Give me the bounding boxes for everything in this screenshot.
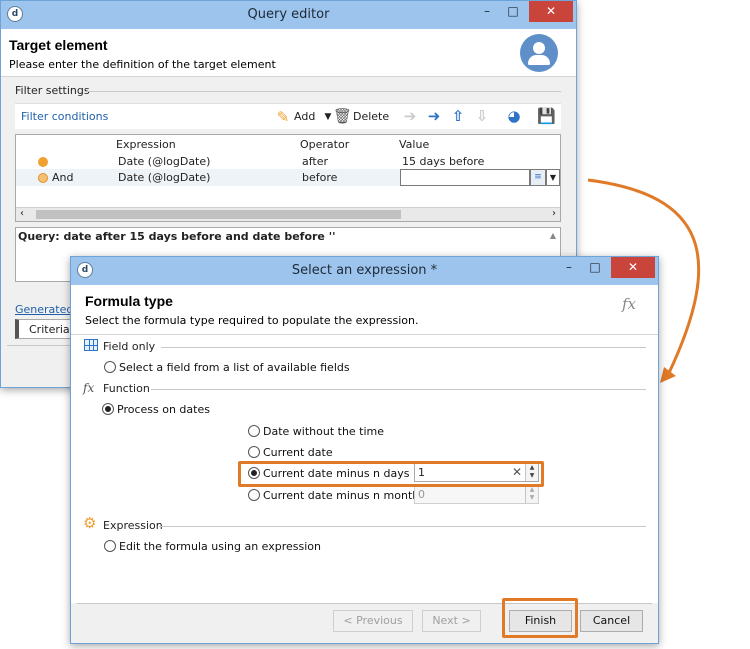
edit-formula-option[interactable]: Edit the formula using an expression <box>119 540 321 553</box>
add-button[interactable]: Add <box>294 110 315 123</box>
months-value: 0 <box>418 488 425 501</box>
divider <box>161 347 646 348</box>
user-avatar-icon <box>520 34 558 72</box>
finish-button-highlight <box>502 598 578 638</box>
arrow-down-icon[interactable]: ⇩ <box>473 108 491 124</box>
minimize-icon[interactable]: – <box>474 1 500 22</box>
table-row[interactable]: Date (@logDate) after 15 days before <box>16 153 560 170</box>
minus-n-months-option[interactable]: Current date minus n months <box>263 489 425 502</box>
chevron-right-icon[interactable]: › <box>552 208 556 219</box>
arrow-up-icon[interactable]: ⇧ <box>449 108 467 124</box>
filter-conditions-link[interactable]: Filter conditions <box>21 110 108 123</box>
select-expression-window: d Select an expression * – □ ✕ Formula t… <box>70 256 659 644</box>
cancel-button[interactable]: Cancel <box>580 610 643 632</box>
divider <box>151 389 646 390</box>
field-only-option[interactable]: Select a field from a list of available … <box>119 361 350 374</box>
row-value: 15 days before <box>402 155 485 168</box>
add-icon[interactable]: ✎ <box>274 109 292 125</box>
chart-icon[interactable]: ◕ <box>505 108 523 124</box>
column-header-value: Value <box>399 138 430 151</box>
arrow-left-icon[interactable]: ➔ <box>401 108 419 124</box>
header-subtitle: Select the formula type required to popu… <box>85 314 419 327</box>
row-operator: after <box>302 155 329 168</box>
expression-label: Expression <box>103 519 163 532</box>
field-only-label: Field only <box>103 340 156 353</box>
horizontal-scrollbar[interactable]: ‹ › <box>16 207 560 221</box>
maximize-icon[interactable]: □ <box>500 1 526 22</box>
filter-settings-label: Filter settings <box>15 84 90 97</box>
gear-icon: ⚙ <box>83 514 97 532</box>
filter-grid: Expression Operator Value Date (@logDate… <box>15 134 561 222</box>
minimize-icon[interactable]: – <box>556 257 582 278</box>
arrow-right-icon[interactable]: ➜ <box>425 108 443 124</box>
generated-link[interactable]: Generated <box>15 303 73 316</box>
field-only-radio[interactable] <box>104 361 116 373</box>
date-without-time-option[interactable]: Date without the time <box>263 425 384 438</box>
condition-icon <box>38 157 48 167</box>
save-icon[interactable]: 💾 <box>537 108 556 124</box>
select-expression-titlebar[interactable]: d Select an expression * – □ ✕ <box>71 257 658 285</box>
edit-formula-radio[interactable] <box>104 540 116 552</box>
current-date-option[interactable]: Current date <box>263 446 333 459</box>
header-title: Formula type <box>85 293 173 309</box>
chevron-left-icon[interactable]: ‹ <box>20 208 24 219</box>
minus-n-months-radio[interactable] <box>248 489 260 501</box>
previous-button[interactable]: < Previous <box>333 610 413 632</box>
column-header-expression: Expression <box>116 138 176 151</box>
chevron-down-icon[interactable]: ▼ <box>546 169 560 186</box>
tab-criteria[interactable]: Criteria <box>15 319 75 339</box>
row-expression: Date (@logDate) <box>118 155 211 168</box>
days-option-highlight <box>238 461 544 487</box>
chevron-up-icon[interactable]: ▲ <box>550 231 556 240</box>
header-panel: Target element Please enter the definiti… <box>1 29 576 77</box>
close-icon[interactable]: ✕ <box>529 1 573 22</box>
table-row[interactable]: And Date (@logDate) before ≡ ▼ <box>16 169 560 186</box>
function-label: Function <box>103 382 150 395</box>
delete-button[interactable]: Delete <box>353 110 389 123</box>
maximize-icon[interactable]: □ <box>582 257 608 278</box>
grid-icon <box>84 339 98 351</box>
header-panel: Formula type Select the formula type req… <box>71 285 658 335</box>
spinner-arrows-icon[interactable]: ▲ ▼ <box>525 486 538 503</box>
date-without-time-radio[interactable] <box>248 425 260 437</box>
row-logic: And <box>52 171 74 184</box>
filter-toolbar: Filter conditions ✎ Add ▼ 🗑 Delete ➔ ➜ ⇧… <box>15 103 561 129</box>
tab-criteria-label: Criteria <box>29 323 70 336</box>
current-date-radio[interactable] <box>248 446 260 458</box>
row-expression: Date (@logDate) <box>118 171 211 184</box>
query-text: Query: date after 15 days before and dat… <box>18 230 336 243</box>
close-icon[interactable]: ✕ <box>611 257 655 278</box>
header-title: Target element <box>9 37 108 53</box>
fx-icon: fx <box>621 295 636 313</box>
trash-icon[interactable]: 🗑 <box>333 108 352 124</box>
edit-expression-button[interactable]: ≡ <box>530 169 546 186</box>
fx-icon: fx <box>83 381 95 395</box>
column-header-operator: Operator <box>300 138 350 151</box>
process-on-dates-radio[interactable] <box>102 403 114 415</box>
months-stepper[interactable]: 0 ▲ ▼ <box>414 485 539 504</box>
value-input[interactable] <box>400 169 530 186</box>
header-subtitle: Please enter the definition of the targe… <box>9 58 276 71</box>
condition-and-icon <box>38 173 48 183</box>
next-button[interactable]: Next > <box>422 610 481 632</box>
scrollbar-thumb[interactable] <box>36 210 401 219</box>
process-on-dates-option[interactable]: Process on dates <box>117 403 210 416</box>
divider <box>85 91 561 92</box>
divider <box>159 526 646 527</box>
query-editor-titlebar[interactable]: d Query editor – □ ✕ <box>1 1 576 29</box>
row-operator: before <box>302 171 338 184</box>
